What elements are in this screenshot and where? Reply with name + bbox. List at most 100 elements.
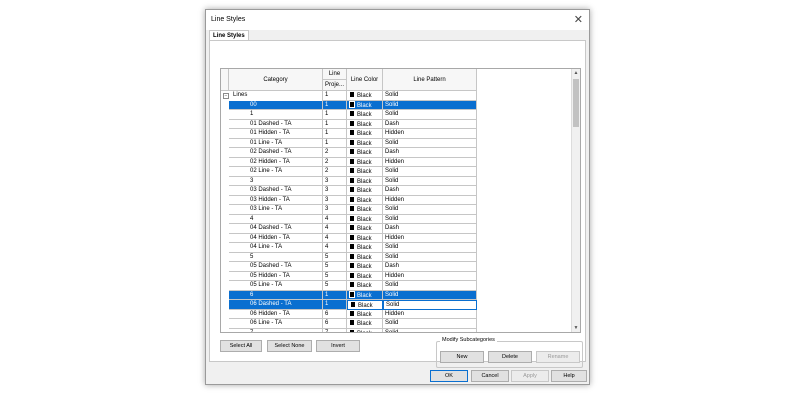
projection-cell[interactable]: 6: [323, 309, 347, 319]
color-cell[interactable]: Black: [347, 262, 383, 272]
header-line-color[interactable]: Line Color: [347, 69, 383, 91]
header-projection[interactable]: Proje...: [323, 80, 347, 91]
category-cell[interactable]: 4: [229, 214, 323, 224]
category-cell[interactable]: 03 Hidden - TA: [229, 195, 323, 205]
table-row[interactable]: 04 Line - TA 4 Black Solid: [221, 243, 573, 253]
rename-button[interactable]: Rename: [536, 351, 580, 363]
close-icon[interactable]: ✕: [574, 13, 583, 26]
delete-button[interactable]: Delete: [488, 351, 532, 363]
table-row[interactable]: 03 Hidden - TA 3 Black Hidden: [221, 195, 573, 205]
pattern-cell[interactable]: Solid: [383, 167, 477, 177]
category-cell[interactable]: 02 Hidden - TA: [229, 157, 323, 167]
vertical-scrollbar[interactable]: ▲ ▼: [571, 69, 580, 332]
header-line-pattern[interactable]: Line Pattern: [383, 69, 477, 91]
color-cell[interactable]: Black: [347, 148, 383, 158]
projection-cell[interactable]: 3: [323, 205, 347, 215]
color-cell[interactable]: Black: [347, 186, 383, 196]
pattern-cell[interactable]: Solid: [383, 243, 477, 253]
category-cell[interactable]: 05 Line - TA: [229, 281, 323, 291]
color-cell[interactable]: Black: [347, 271, 383, 281]
category-cell[interactable]: 01 Hidden - TA: [229, 129, 323, 139]
projection-cell[interactable]: 4: [323, 233, 347, 243]
projection-cell[interactable]: 1: [323, 119, 347, 129]
table-row[interactable]: 6 1 Black Solid: [221, 290, 573, 300]
table-row[interactable]: 02 Line - TA 2 Black Solid: [221, 167, 573, 177]
table-row[interactable]: 5 5 Black Solid: [221, 252, 573, 262]
invert-button[interactable]: Invert: [316, 340, 360, 352]
table-row[interactable]: 05 Dashed - TA 5 Black Dash: [221, 262, 573, 272]
pattern-cell[interactable]: Solid: [383, 300, 477, 310]
pattern-cell[interactable]: Dash: [383, 119, 477, 129]
pattern-cell[interactable]: Hidden: [383, 233, 477, 243]
cancel-button[interactable]: Cancel: [471, 370, 509, 382]
color-cell[interactable]: Black: [347, 243, 383, 253]
scroll-down-icon[interactable]: ▼: [572, 325, 580, 331]
table-row[interactable]: 3 3 Black Solid: [221, 176, 573, 186]
table-row[interactable]: 03 Line - TA 3 Black Solid: [221, 205, 573, 215]
table-row[interactable]: 06 Dashed - TA 1 Black Solid: [221, 300, 573, 310]
category-cell[interactable]: 1: [229, 110, 323, 120]
table-row-lines[interactable]: − Lines 1 Black Solid: [221, 91, 573, 101]
ok-button[interactable]: OK: [430, 370, 468, 382]
color-cell[interactable]: Black: [347, 319, 383, 329]
help-button[interactable]: Help: [551, 370, 587, 382]
pattern-cell[interactable]: Solid: [383, 91, 477, 101]
table-row[interactable]: 06 Line - TA 6 Black Solid: [221, 319, 573, 329]
category-cell[interactable]: 02 Dashed - TA: [229, 148, 323, 158]
table-row[interactable]: 00 1 Black Solid: [221, 100, 573, 110]
category-cell[interactable]: 02 Line - TA: [229, 167, 323, 177]
color-cell[interactable]: Black: [347, 233, 383, 243]
pattern-cell[interactable]: Hidden: [383, 195, 477, 205]
color-cell[interactable]: Black: [347, 309, 383, 319]
category-cell[interactable]: 04 Dashed - TA: [229, 224, 323, 234]
color-cell[interactable]: Black: [347, 205, 383, 215]
projection-cell[interactable]: 1: [323, 300, 347, 310]
table-row[interactable]: 03 Dashed - TA 3 Black Dash: [221, 186, 573, 196]
projection-cell[interactable]: 1: [323, 91, 347, 101]
category-cell[interactable]: 7: [229, 328, 323, 332]
pattern-cell[interactable]: Hidden: [383, 309, 477, 319]
category-cell[interactable]: Lines: [229, 91, 323, 101]
category-cell[interactable]: 3: [229, 176, 323, 186]
color-cell[interactable]: Black: [347, 119, 383, 129]
projection-cell[interactable]: 5: [323, 262, 347, 272]
category-cell[interactable]: 04 Line - TA: [229, 243, 323, 253]
table-row[interactable]: 01 Dashed - TA 1 Black Dash: [221, 119, 573, 129]
projection-cell[interactable]: 5: [323, 281, 347, 291]
projection-cell[interactable]: 2: [323, 167, 347, 177]
projection-cell[interactable]: 1: [323, 100, 347, 110]
projection-cell[interactable]: 4: [323, 243, 347, 253]
pattern-cell[interactable]: Solid: [383, 110, 477, 120]
scroll-thumb[interactable]: [573, 79, 579, 127]
pattern-cell[interactable]: Solid: [383, 290, 477, 300]
color-cell[interactable]: Black: [347, 91, 383, 101]
category-cell[interactable]: 01 Line - TA: [229, 138, 323, 148]
pattern-cell[interactable]: Dash: [383, 224, 477, 234]
projection-cell[interactable]: 3: [323, 195, 347, 205]
pattern-cell[interactable]: Hidden: [383, 271, 477, 281]
color-cell[interactable]: Black: [347, 224, 383, 234]
table-row[interactable]: 4 4 Black Solid: [221, 214, 573, 224]
projection-cell[interactable]: 2: [323, 157, 347, 167]
pattern-cell[interactable]: Solid: [383, 214, 477, 224]
projection-cell[interactable]: 2: [323, 148, 347, 158]
category-cell[interactable]: 05 Dashed - TA: [229, 262, 323, 272]
projection-cell[interactable]: 5: [323, 271, 347, 281]
projection-cell[interactable]: 4: [323, 214, 347, 224]
projection-cell[interactable]: 1: [323, 129, 347, 139]
pattern-cell[interactable]: Hidden: [383, 157, 477, 167]
table-row[interactable]: 06 Hidden - TA 6 Black Hidden: [221, 309, 573, 319]
color-cell[interactable]: Black: [347, 300, 383, 310]
table-row[interactable]: 05 Hidden - TA 5 Black Hidden: [221, 271, 573, 281]
color-cell[interactable]: Black: [347, 138, 383, 148]
pattern-cell[interactable]: Hidden: [383, 129, 477, 139]
apply-button[interactable]: Apply: [511, 370, 549, 382]
color-cell[interactable]: Black: [347, 167, 383, 177]
table-row[interactable]: 77 Black Solid: [221, 328, 573, 332]
category-cell[interactable]: 05 Hidden - TA: [229, 271, 323, 281]
select-none-button[interactable]: Select None: [267, 340, 312, 352]
projection-cell[interactable]: 1: [323, 110, 347, 120]
pattern-cell[interactable]: Solid: [383, 205, 477, 215]
table-row[interactable]: 02 Hidden - TA 2 Black Hidden: [221, 157, 573, 167]
pattern-cell[interactable]: Solid: [383, 176, 477, 186]
